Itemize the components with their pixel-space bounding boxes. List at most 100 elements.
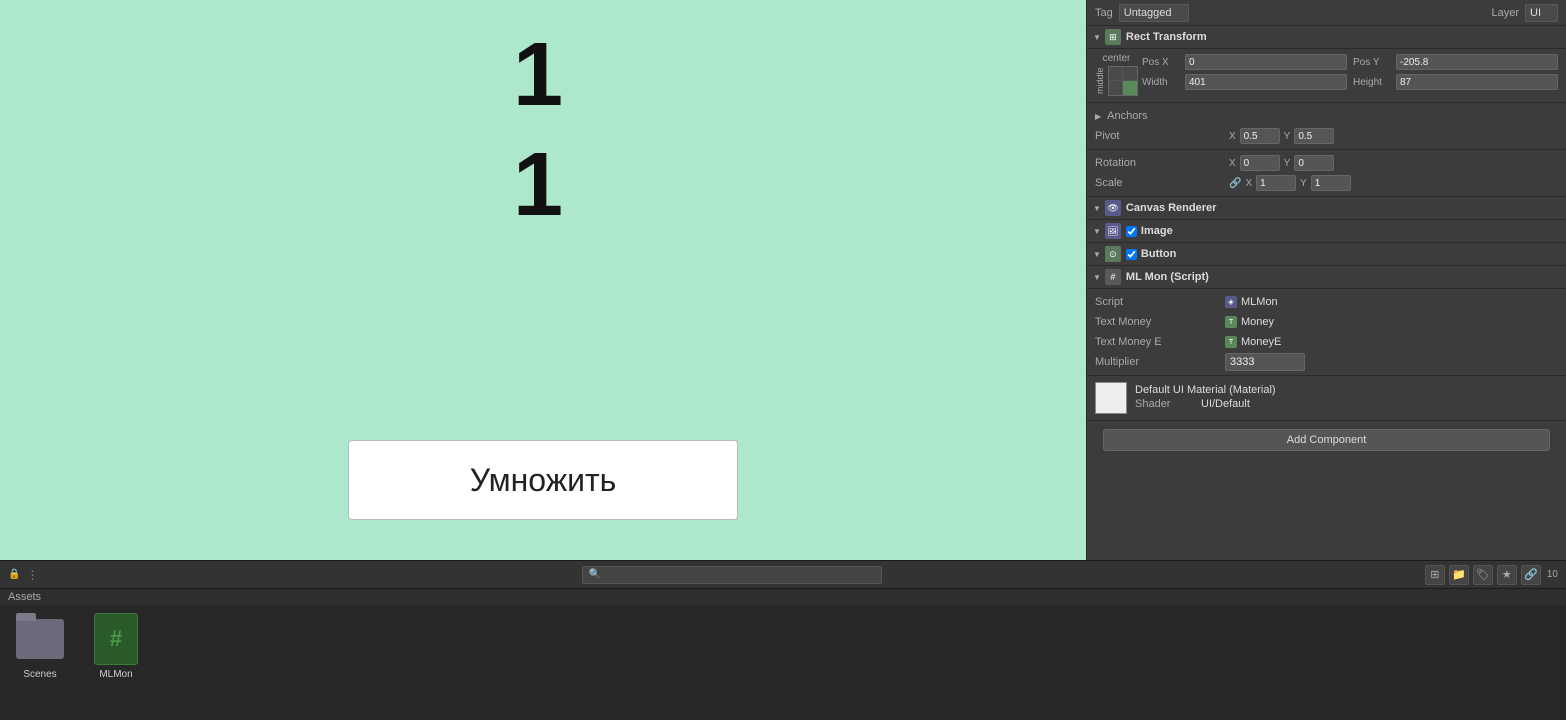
pivot-xy: X Y: [1229, 128, 1558, 144]
anchors-row: ▶ Anchors: [1095, 106, 1558, 126]
text-money-ref-icon: T: [1225, 316, 1237, 328]
script-file-graphic: #: [94, 613, 138, 665]
width-label: Width: [1142, 77, 1182, 88]
scale-y-input[interactable]: [1311, 175, 1351, 191]
image-checkbox[interactable]: [1126, 226, 1137, 237]
rotation-xy: X Y: [1229, 155, 1558, 171]
assets-label-row: Assets: [0, 589, 1566, 605]
shader-label: Shader: [1135, 398, 1195, 410]
button-icon: ⊙: [1105, 246, 1121, 262]
rotation-x-input[interactable]: [1240, 155, 1280, 171]
scale-label: Scale: [1095, 177, 1225, 189]
mlmon-title: ML Mon (Script): [1126, 271, 1209, 283]
mlmon-arrow: ▼: [1093, 273, 1101, 282]
lock-icon[interactable]: 🔒: [8, 569, 20, 580]
rect-transform-title: Rect Transform: [1126, 31, 1207, 43]
center-label: center: [1103, 53, 1131, 64]
mlmon-script-fields: Script ◈ MLMon Text Money T Money Text M…: [1087, 289, 1566, 376]
rotation-y-input[interactable]: [1294, 155, 1334, 171]
mlmon-script-header[interactable]: ▼ # ML Mon (Script): [1087, 266, 1566, 289]
button-header[interactable]: ▼ ⊙ Button: [1087, 243, 1566, 266]
search-box[interactable]: 🔍: [582, 566, 882, 584]
middle-label: middle: [1095, 66, 1105, 96]
canvas-renderer-title: Canvas Renderer: [1126, 202, 1217, 214]
scenes-label: Scenes: [23, 669, 56, 680]
material-info: Default UI Material (Material) Shader UI…: [1135, 384, 1558, 412]
anchors-arrow: ▶: [1095, 112, 1101, 121]
mlmon-asset-label: MLMon: [99, 669, 132, 680]
script-field-value[interactable]: ◈ MLMon: [1225, 296, 1558, 308]
multiplier-input[interactable]: [1225, 353, 1305, 371]
multiplier-row: Multiplier: [1095, 352, 1558, 372]
scale-row: Scale 🔗 X Y: [1095, 173, 1558, 193]
image-header[interactable]: ▼ 🖼 Image: [1087, 220, 1566, 243]
canvas-renderer-header[interactable]: ▼ 👁 Canvas Renderer: [1087, 197, 1566, 220]
pivot-y-input[interactable]: [1294, 128, 1334, 144]
search-input[interactable]: [604, 569, 875, 580]
asset-count: 10: [1547, 569, 1558, 580]
button-checkbox[interactable]: [1126, 249, 1137, 260]
text-money-e-row: Text Money E T MoneyE: [1095, 332, 1558, 352]
link-icon: 🔗: [1229, 178, 1241, 189]
folder-btn[interactable]: 📁: [1449, 565, 1469, 585]
game-viewport: 1 1 Умножить: [0, 0, 1086, 560]
scale-xy: 🔗 X Y: [1229, 175, 1558, 191]
text-money-e-label: Text Money E: [1095, 336, 1225, 348]
script-row: Script ◈ MLMon: [1095, 292, 1558, 312]
more-btn[interactable]: 🔗: [1521, 565, 1541, 585]
rect-transform-header[interactable]: ▼ ⊞ Rect Transform: [1087, 26, 1566, 49]
tag-dropdown[interactable]: Untagged: [1119, 4, 1189, 22]
text-money-e-value[interactable]: T MoneyE: [1225, 336, 1558, 348]
inspector-panel: Tag Untagged Layer UI ▼ ⊞ Rect Transform…: [1086, 0, 1566, 560]
scale-x-input[interactable]: [1256, 175, 1296, 191]
rotation-section: Rotation X Y Scale 🔗 X Y: [1087, 150, 1566, 197]
asset-item-scenes[interactable]: Scenes: [8, 613, 72, 712]
posx-input[interactable]: [1185, 54, 1347, 70]
button-arrow: ▼: [1093, 250, 1101, 259]
more-icon[interactable]: ⋮: [26, 568, 38, 582]
text-money-value[interactable]: T Money: [1225, 316, 1558, 328]
view-toggle-btn[interactable]: ⊞: [1425, 565, 1445, 585]
material-shader-row: Shader UI/Default: [1135, 396, 1558, 412]
posy-input[interactable]: [1396, 54, 1558, 70]
image-icon: 🖼: [1105, 223, 1121, 239]
multiplier-label: Multiplier: [1095, 356, 1225, 368]
rotation-row: Rotation X Y: [1095, 153, 1558, 173]
folder-graphic: [16, 619, 64, 659]
add-component-button[interactable]: Add Component: [1103, 429, 1550, 451]
search-icon: 🔍: [589, 569, 601, 580]
pivot-x-input[interactable]: [1240, 128, 1280, 144]
rect-transform-body: center middle Pos X: [1087, 49, 1566, 103]
rt-fields: Pos X Pos Y Width Height: [1142, 53, 1558, 91]
anchors-section: ▶ Anchors Pivot X Y: [1087, 103, 1566, 150]
rt-anchor-panel: center middle: [1095, 53, 1138, 96]
tag-label: Tag: [1095, 7, 1113, 19]
material-preview: [1095, 382, 1127, 414]
height-label: Height: [1353, 77, 1393, 88]
anchors-label: Anchors: [1107, 110, 1237, 122]
assets-title: Assets: [8, 591, 41, 603]
pivot-label: Pivot: [1095, 130, 1225, 142]
tag-btn[interactable]: 🏷: [1473, 565, 1493, 585]
anchor-selector[interactable]: [1108, 66, 1138, 96]
posx-label: Pos X: [1142, 57, 1182, 68]
shader-value: UI/Default: [1201, 398, 1250, 410]
number-bottom: 1: [513, 140, 563, 230]
height-input[interactable]: [1396, 74, 1558, 90]
canvas-renderer-arrow: ▼: [1093, 204, 1101, 213]
scenes-icon: [14, 613, 66, 665]
bottom-panel: 🔒 ⋮ 🔍 ⊞ 📁 🏷 ★ 🔗 10 Assets Scenes #: [0, 560, 1566, 720]
multiply-button[interactable]: Умножить: [348, 440, 738, 520]
pivot-row: Pivot X Y: [1095, 126, 1558, 146]
width-input[interactable]: [1185, 74, 1347, 90]
text-money-e-ref-icon: T: [1225, 336, 1237, 348]
asset-item-mlmon[interactable]: # MLMon: [84, 613, 148, 712]
rect-transform-icon: ⊞: [1105, 29, 1121, 45]
assets-toolbar: 🔒 ⋮ 🔍 ⊞ 📁 🏷 ★ 🔗 10: [0, 561, 1566, 589]
number-top: 1: [513, 30, 563, 120]
layer-dropdown[interactable]: UI: [1525, 4, 1558, 22]
star-btn[interactable]: ★: [1497, 565, 1517, 585]
image-arrow: ▼: [1093, 227, 1101, 236]
layer-label: Layer: [1491, 7, 1519, 19]
mlmon-asset-icon: #: [90, 613, 142, 665]
